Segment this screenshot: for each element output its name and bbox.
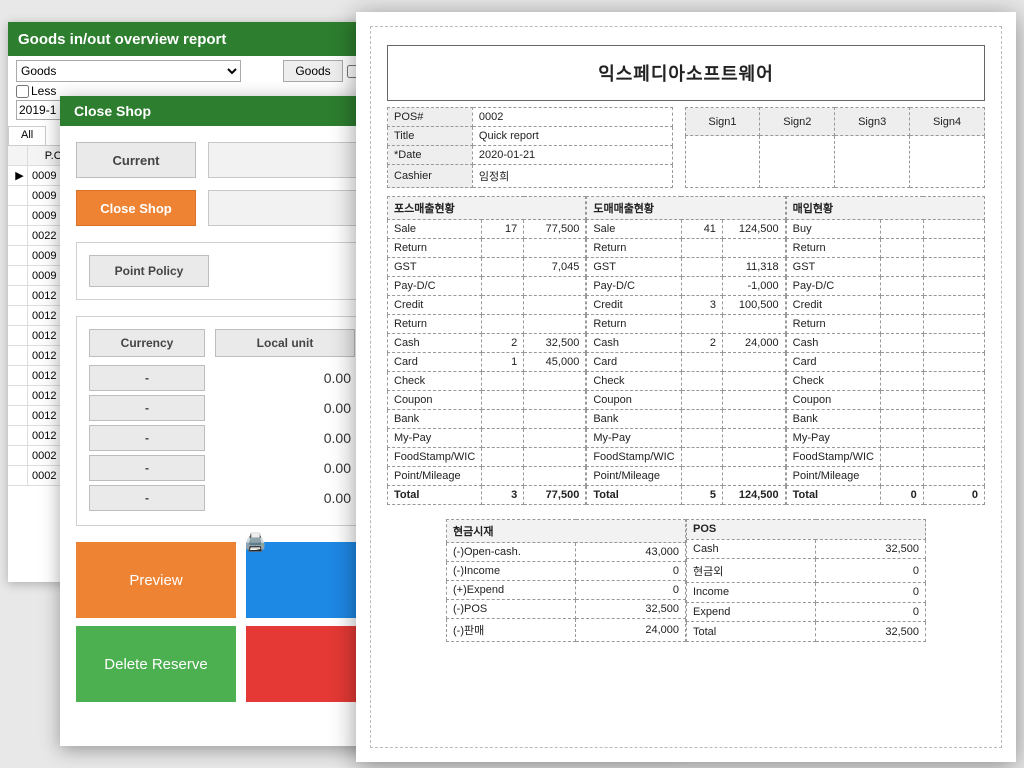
sales-table: 도매매출현황Sale41124,500ReturnGST11,318Pay-D/… (586, 196, 785, 505)
currency-header: Currency (89, 329, 205, 357)
goods-button[interactable]: Goods (283, 60, 343, 82)
printer-icon[interactable]: 🖨️ (244, 532, 266, 553)
point-policy-button[interactable]: Point Policy (89, 255, 209, 287)
currency-select-button[interactable]: - (89, 425, 205, 451)
currency-select-button[interactable]: - (89, 485, 205, 511)
grid-rowhead (8, 306, 28, 326)
grid-rowhead (8, 346, 28, 366)
grid-rowhead (8, 226, 28, 246)
currency-select-button[interactable]: - (89, 395, 205, 421)
close-shop-button[interactable]: Close Shop (76, 190, 196, 226)
report-sign-table: Sign1 Sign2 Sign3 Sign4 (685, 107, 985, 188)
main-title: Goods in/out overview report (18, 31, 226, 48)
report-company: 익스페디아소프트웨어 (387, 45, 985, 101)
grid-rowhead (8, 386, 28, 406)
sales-table: 매입현황BuyReturnGSTPay-D/CCreditReturnCashC… (786, 196, 985, 505)
cashbox-left: 현금시재(-)Open-cash.43,000(-)Income0(+)Expe… (446, 519, 686, 642)
currency-select-button[interactable]: - (89, 365, 205, 391)
report-window: 익스페디아소프트웨어 POS#0002 TitleQuick report *D… (356, 12, 1016, 762)
grid-rowhead: ▶ (8, 166, 28, 186)
grid-rowhead-hdr (8, 146, 28, 166)
report-meta-table: POS#0002 TitleQuick report *Date2020-01-… (387, 107, 673, 188)
grid-rowhead (8, 186, 28, 206)
close-shop-title: Close Shop (74, 103, 151, 119)
cash-box-tables: 현금시재(-)Open-cash.43,000(-)Income0(+)Expe… (387, 519, 985, 642)
currency-value: 0.00 (215, 490, 355, 506)
currency-value: 0.00 (215, 370, 355, 386)
grid-rowhead (8, 286, 28, 306)
grid-rowhead (8, 246, 28, 266)
current-button[interactable]: Current (76, 142, 196, 178)
grid-rowhead (8, 266, 28, 286)
grid-rowhead (8, 426, 28, 446)
less-checkbox[interactable]: Less (16, 84, 56, 98)
cashbox-right: POSCash32,500현금외0Income0Expend0Total32,5… (686, 519, 926, 642)
sales-three-tables: 포스매출현황Sale1777,500ReturnGST7,045Pay-D/CC… (387, 196, 985, 505)
report-page: 익스페디아소프트웨어 POS#0002 TitleQuick report *D… (370, 26, 1002, 748)
currency-value: 0.00 (215, 460, 355, 476)
grid-rowhead (8, 326, 28, 346)
currency-value: 0.00 (215, 430, 355, 446)
tab-all[interactable]: All (8, 126, 46, 145)
grid-rowhead (8, 206, 28, 226)
grid-rowhead (8, 446, 28, 466)
goods-select[interactable]: Goods (16, 60, 241, 82)
currency-select-button[interactable]: - (89, 455, 205, 481)
sales-table: 포스매출현황Sale1777,500ReturnGST7,045Pay-D/CC… (387, 196, 586, 505)
preview-button[interactable]: Preview (76, 542, 236, 618)
delete-reserve-button[interactable]: Delete Reserve (76, 626, 236, 702)
local-unit-header: Local unit (215, 329, 355, 357)
grid-rowhead (8, 366, 28, 386)
currency-value: 0.00 (215, 400, 355, 416)
grid-rowhead (8, 466, 28, 486)
grid-rowhead (8, 406, 28, 426)
